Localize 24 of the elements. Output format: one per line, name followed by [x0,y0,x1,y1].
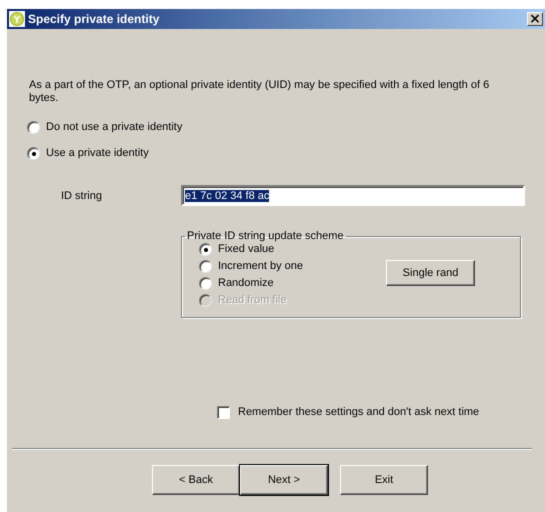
single-rand-button[interactable]: Single rand [386,260,475,286]
remember-checkbox[interactable] [217,406,230,418]
dialog-button[interactable]: < Back [152,465,240,495]
radio-button[interactable] [27,146,40,160]
field-value: e1 7c 02 34 f8 ac [185,190,270,202]
remember-label: Remember these settings and don't ask next time [238,406,480,418]
radio-button[interactable] [199,276,212,290]
dialog-button[interactable]: Next > [240,465,328,495]
dialog-button[interactable]: Exit [340,465,428,495]
id-string-field[interactable]: e1 7c 02 34 f8 ac [181,185,525,206]
radio-button[interactable] [199,242,212,256]
radio-label: Randomize [218,277,274,289]
radio-label: Do not use a private identity [46,121,182,133]
radio-button[interactable] [199,260,212,272]
app-logo-icon [9,11,25,27]
window-title: Specify private identity [28,12,160,26]
radio-label: Increment by one [218,260,303,272]
radio-label: Fixed value [218,243,274,255]
radio-button[interactable] [27,120,40,134]
description-text: As a part of the OTP, an optional private identity (UID) may be specified with a fixed length of 6 bytes. [29,79,490,105]
radio-label: Use a private identity [46,147,149,159]
close-button[interactable]: × [527,12,543,26]
id-string-label: ID string [61,190,103,202]
group-legend: Private ID string update scheme [185,230,346,242]
